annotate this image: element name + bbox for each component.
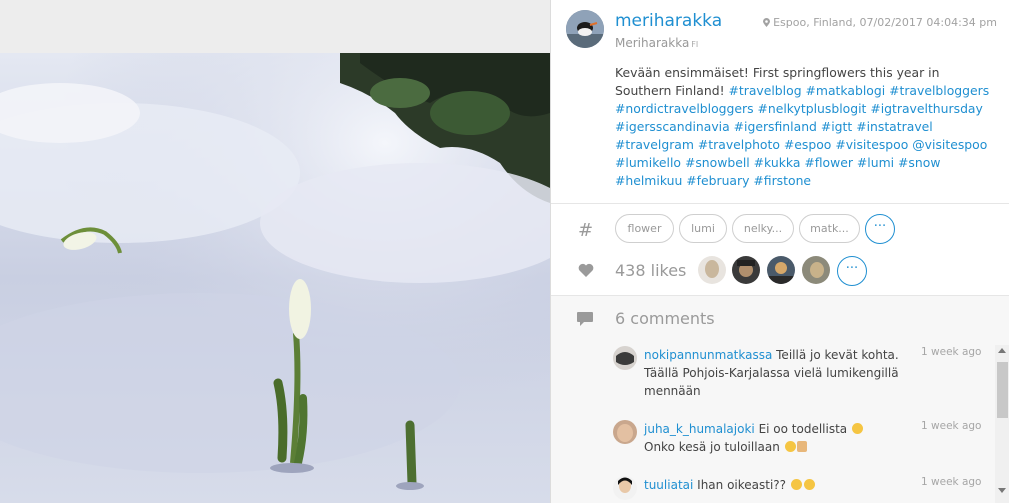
comment-text: Ihan oikeasti??: [693, 478, 790, 492]
smiley-emoji-icon: [851, 423, 863, 434]
liker-avatar[interactable]: [732, 256, 760, 284]
comments-scrollbar-thumb[interactable]: [997, 362, 1008, 418]
commenter-avatar[interactable]: [613, 476, 637, 500]
hashtag-icon: #: [578, 220, 594, 241]
commenter-avatar[interactable]: [613, 346, 637, 370]
author-fullname-text: Meriharakka: [615, 36, 690, 50]
comment-text: Ei oo todellista: [754, 422, 851, 436]
country-code: FI: [691, 40, 699, 49]
comment-body: tuuliatai Ihan oikeasti??: [644, 476, 924, 494]
comment-time: 1 week ago: [921, 346, 982, 358]
more-likers-button[interactable]: ···: [837, 256, 867, 286]
comments-count: 6 comments: [615, 309, 715, 328]
liker-avatar[interactable]: [698, 256, 726, 284]
map-pin-icon: [763, 18, 771, 27]
more-tags-button[interactable]: ···: [865, 214, 895, 244]
location-text: Espoo, Finland, 07/02/2017 04:04:34 pm: [773, 16, 997, 29]
author-fullname: Meriharakka FI: [615, 36, 698, 50]
photo-panel: [0, 0, 550, 503]
post-header: meriharakka Meriharakka FI Espoo, Finland…: [551, 0, 1009, 55]
author-avatar[interactable]: [566, 10, 604, 48]
tag-pill-flower[interactable]: flower: [615, 214, 674, 243]
scroll-down-arrow-icon[interactable]: [998, 488, 1006, 493]
comment-username[interactable]: nokipannunmatkassa: [644, 348, 772, 362]
location-timestamp[interactable]: Espoo, Finland, 07/02/2017 04:04:34 pm: [763, 16, 997, 29]
surprised-emoji-icon: [790, 479, 802, 490]
tag-pill-nelky[interactable]: nelky...: [732, 214, 794, 243]
liker-avatar[interactable]: [767, 256, 795, 284]
comment-body: juha_k_humalajoki Ei oo todellista Onko …: [644, 420, 924, 456]
comment-username[interactable]: tuuliatai: [644, 478, 693, 492]
heart-icon[interactable]: [578, 263, 594, 277]
comment-text-2: Onko kesä jo tuloillaan: [644, 440, 784, 454]
divider: [551, 203, 1009, 204]
smiley-emoji-icon: [803, 479, 815, 490]
comments-section: 6 comments nokipannunmatkassa Teillä jo …: [551, 296, 1009, 503]
tag-pill-lumi[interactable]: lumi: [679, 214, 727, 243]
comment-username[interactable]: juha_k_humalajoki: [644, 422, 755, 436]
speech-bubble-icon: [577, 312, 593, 326]
smiley-emoji-icon: [784, 441, 796, 452]
comment-time: 1 week ago: [921, 420, 982, 432]
likes-count[interactable]: 438 likes: [615, 261, 686, 280]
comment-body: nokipannunmatkassa Teillä jo kevät kohta…: [644, 346, 924, 400]
post-caption: Kevään ensimmäiset! First springflowers …: [615, 64, 995, 190]
liker-avatar[interactable]: [802, 256, 830, 284]
post-photo[interactable]: [0, 53, 550, 503]
author-username[interactable]: meriharakka: [615, 11, 722, 31]
comment-time: 1 week ago: [921, 476, 982, 488]
post-details-panel: meriharakka Meriharakka FI Espoo, Finland…: [550, 0, 1009, 503]
scroll-up-arrow-icon[interactable]: [998, 348, 1006, 353]
tag-pill-matk[interactable]: matk...: [799, 214, 860, 243]
commenter-avatar[interactable]: [613, 420, 637, 444]
caption-hashtags[interactable]: #travelblog #matkablogi #travelbloggers …: [615, 83, 989, 188]
thumbs-up-emoji-icon: [796, 441, 807, 452]
